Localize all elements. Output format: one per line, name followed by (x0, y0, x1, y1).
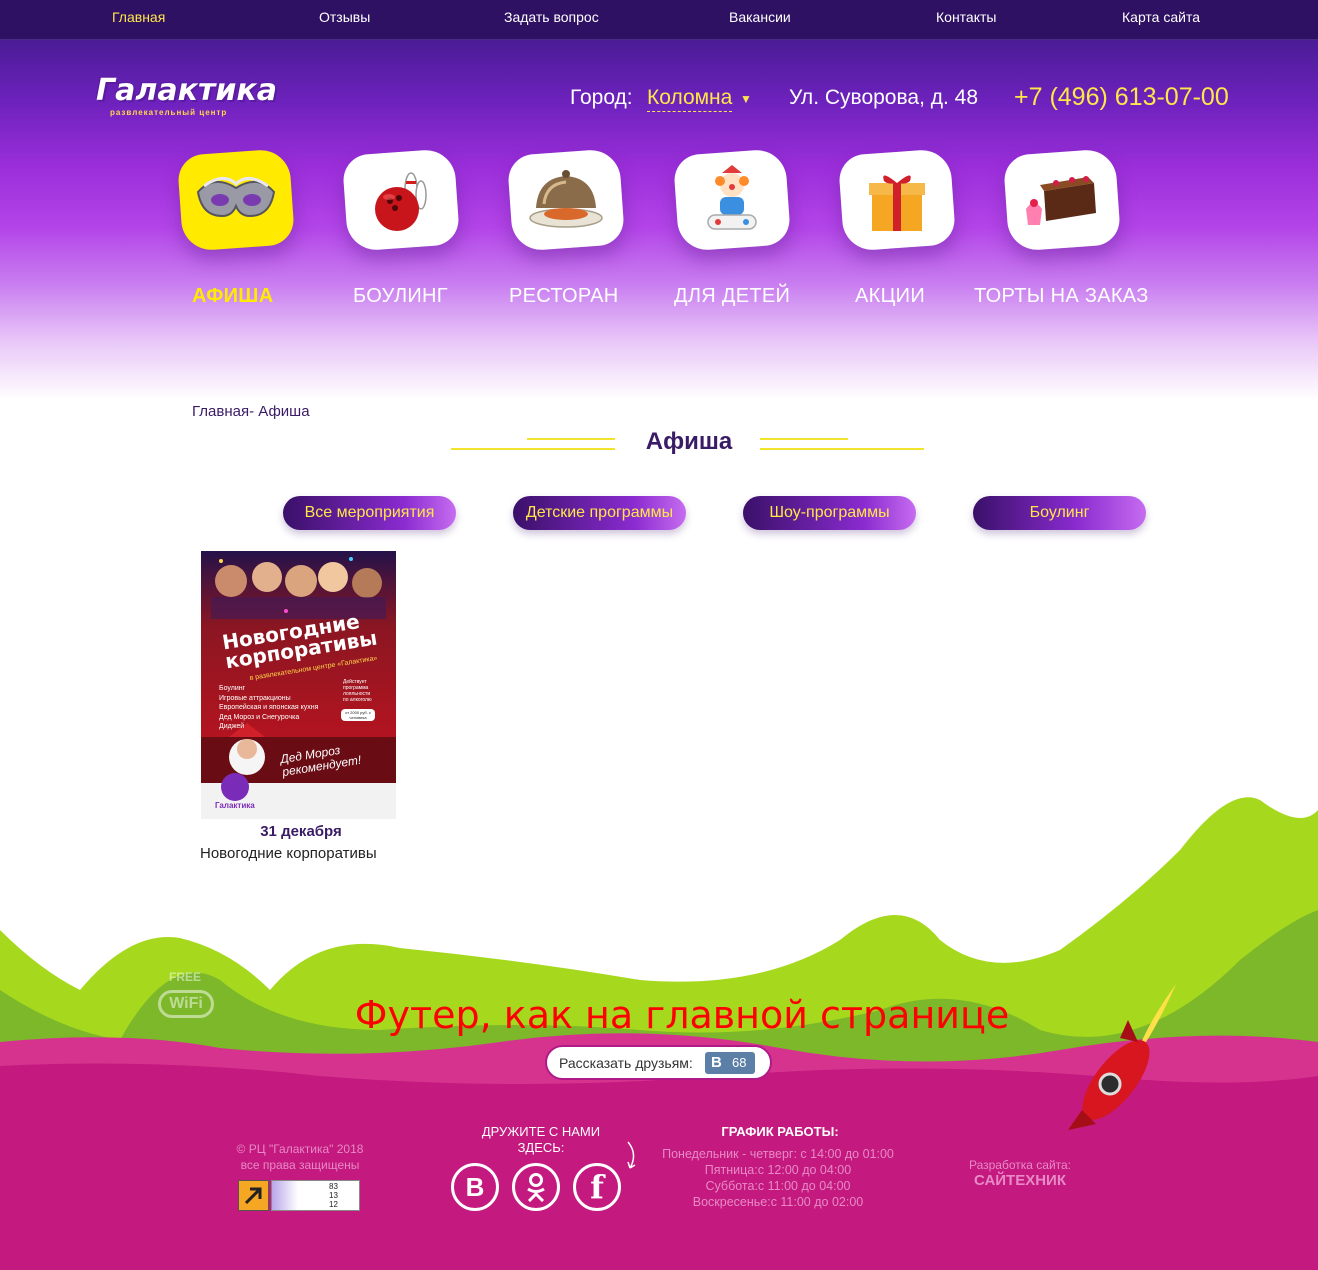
category-label-afisha[interactable]: АФИША (192, 285, 273, 308)
nav-link-vacancies[interactable]: Вакансии (729, 9, 791, 25)
logo-subtitle: развлекательный центр (110, 108, 228, 117)
carnival-mask-icon (196, 177, 276, 218)
breadcrumb-current: Афиша (258, 403, 310, 420)
poster-price: от 2000 руб. с человека (341, 709, 375, 721)
nav-link-sitemap[interactable]: Карта сайта (1122, 9, 1200, 25)
poster-list: Боулинг Игровые аттракционы Европейская … (219, 685, 319, 730)
event-poster[interactable]: Новогодние корпоративы в развлекательном… (201, 551, 396, 819)
bowling-icon (375, 172, 427, 231)
vk-icon: В (711, 1054, 722, 1071)
odnoklassniki-icon[interactable] (512, 1163, 560, 1211)
category-promotions[interactable] (837, 148, 959, 252)
schedule-title: ГРАФИК РАБОТЫ: (721, 1124, 839, 1139)
developer-label: Разработка сайта: (968, 1158, 1072, 1172)
clown-toy-icon (707, 165, 757, 230)
nav-link-home[interactable]: Главная (112, 9, 165, 25)
copyright: © РЦ "Галактика" 2018 все права защищены (236, 1142, 364, 1172)
nav-link-reviews[interactable]: Отзывы (319, 9, 370, 25)
category-label-promotions[interactable]: АКЦИИ (855, 285, 925, 308)
filter-show-programs[interactable]: Шоу-программы (743, 496, 916, 530)
vk-share-button[interactable]: В 68 (705, 1052, 755, 1074)
counter-stats: 83 13 12 (271, 1180, 360, 1211)
restaurant-cloche-icon (529, 170, 603, 228)
filter-all-events[interactable]: Все мероприятия (283, 496, 456, 530)
filter-bowling[interactable]: Боулинг (973, 496, 1146, 530)
visitor-counter[interactable]: 83 13 12 (238, 1180, 360, 1211)
arrow-icon (238, 1180, 269, 1211)
category-label-cakes[interactable]: ТОРТЫ НА ЗАКАЗ (974, 285, 1149, 308)
city-selector[interactable]: Коломна (647, 86, 733, 112)
category-restaurant[interactable] (506, 148, 628, 252)
social-title: ДРУЖИТЕ С НАМИ ЗДЕСЬ: (481, 1124, 601, 1155)
category-cakes[interactable] (1002, 148, 1124, 252)
city-label: Город: (570, 86, 633, 109)
category-label-restaurant[interactable]: РЕСТОРАН (509, 285, 619, 308)
category-label-bowling[interactable]: БОУЛИНГ (353, 285, 448, 308)
filter-kids-programs[interactable]: Детские программы (513, 496, 686, 530)
schedule-list: Понедельник - четверг: с 14:00 до 01:00 … (662, 1147, 894, 1209)
share-count: 68 (732, 1055, 747, 1070)
vk-icon[interactable]: В (451, 1163, 499, 1211)
facebook-icon[interactable]: f (573, 1163, 621, 1211)
chevron-down-icon[interactable]: ▼ (740, 92, 752, 106)
share-widget: Рассказать друзьям: В 68 (545, 1045, 772, 1080)
logo[interactable]: Галактика (96, 73, 277, 108)
wifi-label-top: FREE (169, 970, 202, 984)
poster-badge: Действует программа лояльности по алкого… (343, 679, 372, 703)
category-bowling[interactable] (341, 148, 463, 252)
category-afisha[interactable] (176, 148, 298, 252)
cake-icon (1026, 176, 1096, 225)
footer-placeholder-note: Футер, как на главной странице (354, 993, 1010, 1037)
nav-link-contacts[interactable]: Контакты (936, 9, 996, 25)
phone-number[interactable]: +7 (496) 613-07-00 (1014, 83, 1229, 112)
category-kids[interactable] (672, 148, 794, 252)
developer-link[interactable]: САЙТЕХНИК (960, 1172, 1080, 1189)
top-navigation: Главная Отзывы Задать вопрос Вакансии Ко… (0, 0, 1318, 40)
breadcrumb-home[interactable]: Главная (192, 403, 249, 420)
share-label: Рассказать друзьям: (559, 1055, 693, 1071)
address: Ул. Суворова, д. 48 (789, 86, 979, 109)
breadcrumb: Главная- Афиша (192, 403, 310, 420)
nav-link-ask-question[interactable]: Задать вопрос (504, 9, 599, 25)
category-label-kids[interactable]: ДЛЯ ДЕТЕЙ (674, 285, 790, 308)
curved-arrow-icon (627, 1141, 636, 1169)
gift-box-icon (869, 175, 925, 231)
breadcrumb-separator: - (249, 403, 255, 420)
page-title: Афиша (645, 428, 733, 455)
